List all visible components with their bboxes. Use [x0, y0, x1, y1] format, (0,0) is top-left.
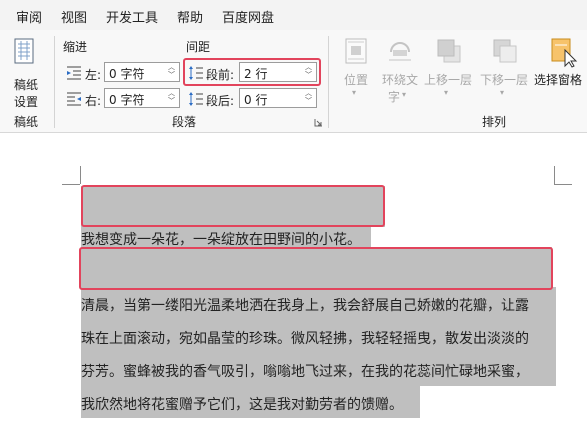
- ribbon: 稿纸 设置 稿纸 缩进 左: 0 字符 ︿ ﹀ 右: 0 字符 ︿ ﹀ 间距 段前:…: [0, 30, 587, 133]
- indent-left-icon: [67, 66, 81, 80]
- menu-developer[interactable]: 开发工具: [106, 7, 158, 26]
- bring-forward-dropdown-icon: ▾: [444, 88, 449, 97]
- manuscript-settings-button[interactable]: 稿纸 设置: [6, 36, 48, 109]
- indent-right-spinner[interactable]: ︿ ﹀: [167, 89, 176, 107]
- send-backward-dropdown-icon: ▾: [500, 88, 505, 97]
- selection-pane-button[interactable]: 选择窗格: [533, 36, 585, 92]
- crop-mark-top-left: [62, 184, 80, 185]
- indent-left-value: 0 字符: [109, 67, 145, 81]
- send-backward-button[interactable]: 下移一层 ▾: [480, 36, 532, 102]
- manuscript-label-2: 设置: [14, 95, 39, 109]
- group-separator: [54, 36, 55, 128]
- paragraph-line: 珠在上面滚动，宛如晶莹的珍珠。微风轻拂，我轻轻摇曳，散发出淡淡的: [81, 331, 529, 347]
- indent-left-label: 左:: [85, 68, 102, 82]
- spacing-after-field[interactable]: 0 行 ︿ ﹀: [239, 88, 317, 108]
- spacing-heading: 间距: [186, 40, 211, 54]
- menu-bar: 审阅 视图 开发工具 帮助 百度网盘: [0, 0, 587, 30]
- menu-baidu-netdisk[interactable]: 百度网盘: [222, 7, 274, 26]
- indent-right-field[interactable]: 0 字符 ︿ ﹀: [104, 88, 180, 108]
- indent-heading: 缩进: [63, 40, 88, 54]
- wrap-text-label-1: 环绕文: [382, 73, 419, 87]
- bring-forward-label: 上移一层: [424, 73, 473, 87]
- menu-help[interactable]: 帮助: [177, 7, 203, 26]
- crop-mark-top-right: [554, 166, 555, 184]
- wrap-text-button[interactable]: 环绕文 字 ▾: [378, 36, 422, 106]
- manuscript-label-1: 稿纸: [14, 78, 39, 92]
- paragraph-dialog-launcher-icon[interactable]: [314, 118, 323, 127]
- paragraph-line: 芬芳。蜜蜂被我的香气吸引，嗡嗡地飞过来，在我的花蕊间忙碌地采蜜，: [81, 364, 529, 380]
- crop-mark-top-right: [554, 184, 572, 185]
- send-backward-icon: [493, 39, 517, 63]
- group-separator: [328, 36, 329, 128]
- paragraph-line: 我想变成一朵花，一朵绽放在田野间的小花。: [81, 232, 361, 248]
- spacing-after-value: 0 行: [244, 93, 268, 107]
- menu-review[interactable]: 审阅: [16, 7, 42, 26]
- wrap-text-label-2: 字: [388, 90, 401, 104]
- selection-pane-label: 选择窗格: [534, 73, 583, 87]
- space-before-highlight-2: [79, 247, 553, 290]
- spacing-after-icon: [189, 92, 203, 106]
- paragraph-line: 我欣然地将花蜜赠予它们，这是我对勤劳者的馈赠。: [81, 397, 403, 413]
- manuscript-group-label: 稿纸: [14, 115, 39, 129]
- send-backward-label: 下移一层: [480, 73, 529, 87]
- indent-right-label: 右:: [85, 94, 102, 108]
- space-before-highlight-1: [81, 185, 385, 227]
- position-dropdown-icon: ▾: [352, 88, 357, 97]
- indent-right-icon: [67, 92, 81, 106]
- selection-pane-icon: [551, 38, 578, 68]
- indent-left-spinner[interactable]: ︿ ﹀: [167, 63, 176, 81]
- bring-forward-icon: [437, 39, 461, 63]
- position-button[interactable]: 位置 ▾: [338, 36, 374, 102]
- position-icon: [345, 38, 367, 64]
- spacing-after-label: 段后:: [206, 94, 235, 108]
- indent-right-value: 0 字符: [109, 93, 145, 107]
- indent-left-field[interactable]: 0 字符 ︿ ﹀: [104, 62, 180, 82]
- crop-mark-top-left: [80, 166, 81, 184]
- document-page[interactable]: 我想变成一朵花，一朵绽放在田野间的小花。 清晨，当第一缕阳光温柔地洒在我身上，我…: [0, 133, 587, 422]
- spacing-after-spinner[interactable]: ︿ ﹀: [304, 89, 313, 107]
- wrap-text-icon: [389, 42, 411, 61]
- manuscript-icon: [14, 38, 34, 64]
- arrange-group-label: 排列: [482, 115, 507, 129]
- position-label: 位置: [344, 73, 369, 87]
- paragraph-line: 清晨，当第一缕阳光温柔地洒在我身上，我会舒展自己娇嫩的花瓣，让露: [81, 298, 529, 314]
- menu-view[interactable]: 视图: [61, 7, 87, 26]
- bring-forward-button[interactable]: 上移一层 ▾: [424, 36, 476, 102]
- paragraph-group-label: 段落: [172, 115, 197, 129]
- spacing-before-highlight: [183, 58, 321, 86]
- wrap-text-dropdown-icon: ▾: [402, 90, 407, 99]
